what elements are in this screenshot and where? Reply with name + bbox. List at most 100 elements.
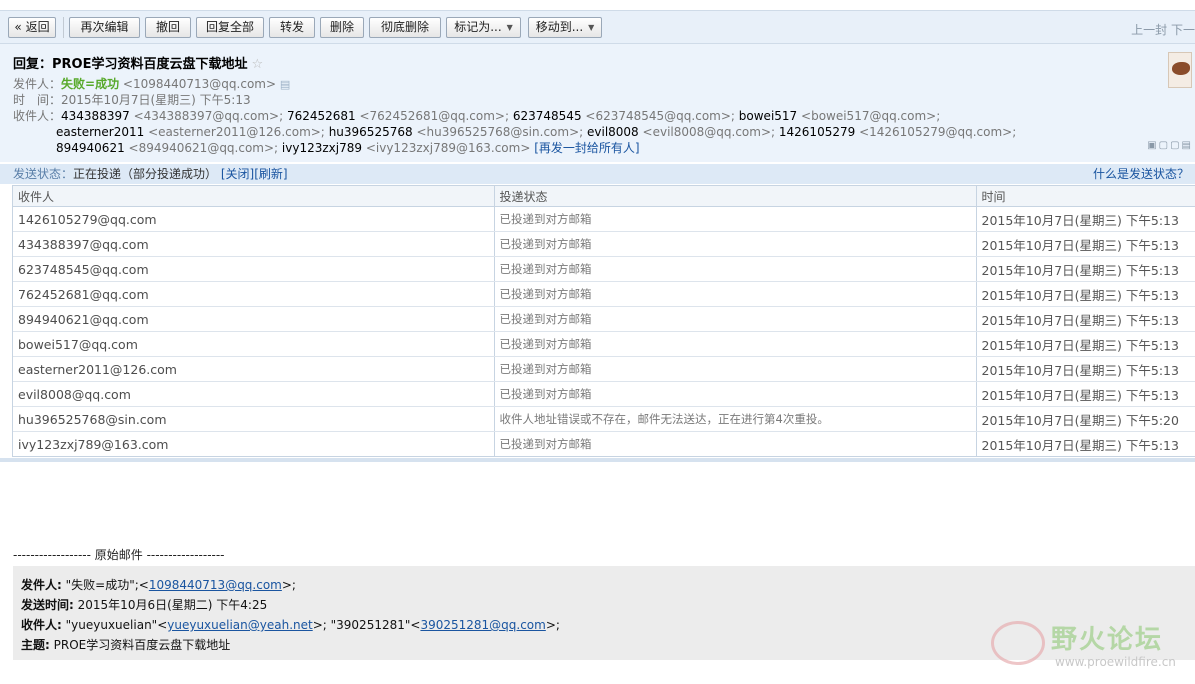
table-row: hu396525768@sin.com 收件人地址错误或不存在，邮件无法送达，正在… (13, 406, 1195, 432)
contact-card-icon[interactable]: ▤ (280, 78, 290, 91)
delivery-status-cell: 收件人地址错误或不存在，邮件无法送达，正在进行第4次重投。 (494, 406, 977, 432)
sender-address: <1098440713@qq.com> (122, 77, 277, 91)
avatar-image (1172, 62, 1190, 75)
recipient-cell: 434388397@qq.com (13, 231, 495, 257)
time-cell: 2015年10月7日(星期三) 下午5:13 (976, 206, 1195, 232)
mark-as-dropdown[interactable]: 标记为... ▼ (446, 17, 521, 38)
recipient-name[interactable]: hu396525768 (329, 125, 413, 139)
recipient-name[interactable]: 623748545 (513, 109, 582, 123)
recipient-cell: 894940621@qq.com (13, 306, 495, 332)
recipient-name[interactable]: bowei517 (739, 109, 797, 123)
recipient-name[interactable]: 434388397 (61, 109, 130, 123)
reply-all-button[interactable]: 回复全部 (196, 17, 264, 38)
original-sent-label: 发送时间: (21, 598, 74, 612)
recipient-name[interactable]: easterner2011 (56, 125, 144, 139)
original-subject-line: 主题: PROE学习资料百度云盘下载地址 (21, 636, 230, 653)
send-status-help-link[interactable]: 什么是发送状态？ (1093, 164, 1189, 184)
recipient-address: <easterner2011@126.com>; (148, 125, 325, 139)
star-icon[interactable]: ☆ (251, 57, 263, 72)
original-to-email-link[interactable]: yueyuxuelian@yeah.net (167, 618, 312, 632)
subject-text: 回复：PROE学习资料百度云盘下载地址 (13, 57, 248, 72)
table-row: bowei517@qq.com 已投递到对方邮箱 2015年10月7日(星期三) 下… (13, 331, 1195, 357)
prev-next-nav[interactable]: 上一封 下一 (1131, 21, 1195, 38)
table-row: evil8008@qq.com 已投递到对方邮箱 2015年10月7日(星期三) 下… (13, 381, 1195, 407)
recipient-cell: bowei517@qq.com (13, 331, 495, 357)
table-header-row: 收件人 投递状态 时间 (13, 186, 1195, 207)
chevron-down-icon: ▼ (588, 23, 595, 32)
reedit-button[interactable]: 再次编辑 (69, 17, 140, 38)
mail-subject: 回复：PROE学习资料百度云盘下载地址 ☆ (13, 53, 263, 72)
time-cell: 2015年10月7日(星期三) 下午5:13 (976, 356, 1195, 382)
original-to-separator: >; "390251281"< (312, 618, 421, 632)
mark-as-label: 标记为... (454, 20, 502, 34)
mail-header: 回复：PROE学习资料百度云盘下载地址 ☆ 发件人：失败=成功 <10984407… (0, 44, 1195, 162)
recipient-cell: ivy123zxj789@163.com (13, 431, 495, 456)
recipient-address: <623748545@qq.com>; (585, 109, 735, 123)
header-tool-icons[interactable]: ▣▢▢▤ (1147, 140, 1193, 151)
delivery-status-cell: 已投递到对方邮箱 (494, 356, 977, 382)
table-bottom-border (0, 458, 1195, 462)
time-label: 时 间： (13, 93, 62, 107)
delete-permanent-button[interactable]: 彻底删除 (369, 17, 441, 38)
column-header-recipient: 收件人 (13, 186, 495, 207)
table-row: 1426105279@qq.com 已投递到对方邮箱 2015年10月7日(星期三)… (13, 206, 1195, 232)
send-status: 发送状态：正在投递（部分投递成功） [关闭][刷新] (13, 164, 288, 184)
delivery-status-cell: 已投递到对方邮箱 (494, 306, 977, 332)
delete-button[interactable]: 删除 (320, 17, 364, 38)
watermark-logo-icon (991, 621, 1045, 665)
recipient-cell: 762452681@qq.com (13, 281, 495, 307)
time-value: 2015年10月7日(星期三) 下午5:13 (61, 93, 251, 107)
recipient-name[interactable]: 1426105279 (779, 125, 855, 139)
original-subject-value: PROE学习资料百度云盘下载地址 (53, 638, 231, 652)
recipient-cell: hu396525768@sin.com (13, 406, 495, 432)
forum-watermark: 野火论坛 www.proewildfire.cn (985, 615, 1195, 675)
recipient-name[interactable]: 894940621 (56, 141, 125, 155)
original-to-line: 收件人: "yueyuxuelian"<yueyuxuelian@yeah.ne… (21, 616, 560, 633)
status-close-link[interactable]: [关闭] (221, 167, 254, 181)
recipient-name[interactable]: evil8008 (587, 125, 639, 139)
time-cell: 2015年10月7日(星期三) 下午5:13 (976, 256, 1195, 282)
send-status-bar: 发送状态：正在投递（部分投递成功） [关闭][刷新] 什么是发送状态？ (0, 164, 1195, 184)
original-from-label: 发件人: (21, 578, 62, 592)
toolbar-separator (63, 17, 64, 38)
back-button[interactable]: « 返回 (8, 17, 56, 38)
original-from-tail: >; (281, 578, 296, 592)
chevron-down-icon: ▼ (506, 23, 513, 32)
recipient-address: <hu396525768@sin.com>; (416, 125, 584, 139)
resend-all-link[interactable]: [再发一封给所有人] (534, 141, 639, 155)
delivery-table: 收件人 投递状态 时间 1426105279@qq.com 已投递到对方邮箱 201… (12, 185, 1195, 457)
watermark-text: 野火论坛 (1051, 625, 1164, 655)
withdraw-button[interactable]: 撤回 (145, 17, 191, 38)
recipient-name[interactable]: ivy123zxj789 (282, 141, 362, 155)
recipient-address: <evil8008@qq.com>; (642, 125, 776, 139)
column-header-status: 投递状态 (494, 186, 977, 207)
forward-button[interactable]: 转发 (269, 17, 315, 38)
time-cell: 2015年10月7日(星期三) 下午5:13 (976, 331, 1195, 357)
table-row: 894940621@qq.com 已投递到对方邮箱 2015年10月7日(星期三) … (13, 306, 1195, 332)
sender-name[interactable]: 失败=成功 (61, 77, 119, 91)
time-cell: 2015年10月7日(星期三) 下午5:13 (976, 381, 1195, 407)
recipients-line-1: 收件人：434388397 <434388397@qq.com>; 762452… (13, 108, 940, 124)
delivery-status-cell: 已投递到对方邮箱 (494, 231, 977, 257)
send-status-label: 发送状态： (13, 167, 74, 181)
send-status-value: 正在投递（部分投递成功） (73, 167, 218, 181)
original-from-email-link[interactable]: 1098440713@qq.com (149, 578, 282, 592)
avatar[interactable] (1168, 52, 1192, 88)
recipients-label: 收件人： (13, 109, 62, 123)
move-to-dropdown[interactable]: 移动到... ▼ (528, 17, 602, 38)
recipient-name[interactable]: 762452681 (287, 109, 356, 123)
time-cell: 2015年10月7日(星期三) 下午5:13 (976, 431, 1195, 456)
original-subject-label: 主题: (21, 638, 50, 652)
original-from-name: "失败=成功";< (65, 578, 149, 592)
status-refresh-link[interactable]: [刷新] (254, 167, 287, 181)
time-cell: 2015年10月7日(星期三) 下午5:13 (976, 231, 1195, 257)
recipients-line-2: easterner2011 <easterner2011@126.com>; h… (56, 124, 1016, 140)
original-to-email-link[interactable]: 390251281@qq.com (420, 618, 545, 632)
table-row: 762452681@qq.com 已投递到对方邮箱 2015年10月7日(星期三) … (13, 281, 1195, 307)
recipient-cell: 1426105279@qq.com (13, 206, 495, 232)
recipient-address: <1426105279@qq.com>; (859, 125, 1017, 139)
time-cell: 2015年10月7日(星期三) 下午5:13 (976, 281, 1195, 307)
recipient-address: <894940621@qq.com>; (128, 141, 279, 155)
recipient-address: <ivy123zxj789@163.com> (365, 141, 531, 155)
delivery-status-cell: 已投递到对方邮箱 (494, 206, 977, 232)
